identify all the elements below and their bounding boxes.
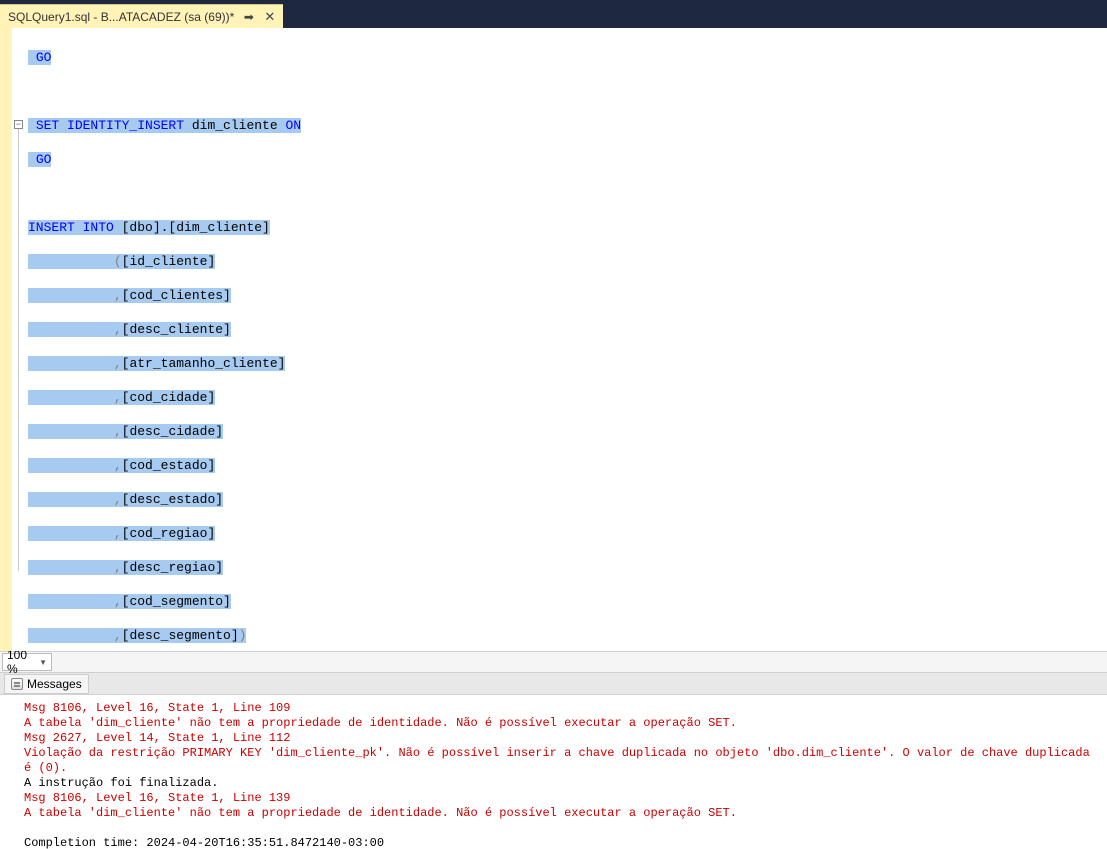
completion-time: Completion time: 2024-04-20T16:35:51.847… — [24, 836, 1103, 849]
message-line: Violação da restrição PRIMARY KEY 'dim_c… — [24, 746, 1103, 776]
close-icon[interactable]: ✕ — [264, 9, 275, 25]
messages-tab[interactable]: Messages — [4, 674, 89, 694]
messages-pane[interactable]: Msg 8106, Level 16, State 1, Line 109A t… — [0, 695, 1107, 849]
zoom-bar: 100 % ▼ — [0, 651, 1107, 673]
collapse-toggle-icon[interactable]: − — [14, 120, 23, 129]
outline-line — [18, 129, 19, 571]
message-line: Msg 8106, Level 16, State 1, Line 109 — [24, 701, 1103, 716]
message-line: Msg 8106, Level 16, State 1, Line 139 — [24, 791, 1103, 806]
results-tab-bar: Messages — [0, 673, 1107, 695]
outline-gutter: − — [12, 28, 26, 651]
code-editor[interactable]: − GO SET IDENTITY_INSERT dim_cliente ON … — [0, 28, 1107, 651]
message-line: A instrução foi finalizada. — [24, 776, 1103, 791]
messages-tab-label: Messages — [27, 677, 82, 691]
messages-icon — [11, 678, 23, 690]
chevron-down-icon[interactable]: ▼ — [39, 658, 47, 667]
zoom-dropdown[interactable]: 100 % ▼ — [2, 653, 52, 671]
document-tab[interactable]: SQLQuery1.sql - B...ATACADEZ (sa (69))* … — [0, 4, 283, 28]
code-text[interactable]: GO SET IDENTITY_INSERT dim_cliente ON GO… — [26, 28, 1107, 651]
document-tab-title: SQLQuery1.sql - B...ATACADEZ (sa (69))* — [8, 10, 234, 24]
message-line: A tabela 'dim_cliente' não tem a proprie… — [24, 806, 1103, 821]
document-tab-bar: SQLQuery1.sql - B...ATACADEZ (sa (69))* … — [0, 0, 1107, 28]
message-line: A tabela 'dim_cliente' não tem a proprie… — [24, 716, 1103, 731]
pin-icon[interactable]: ⬈ — [241, 8, 258, 25]
message-line: Msg 2627, Level 14, State 1, Line 112 — [24, 731, 1103, 746]
change-gutter — [0, 28, 12, 651]
zoom-value: 100 % — [7, 648, 37, 676]
